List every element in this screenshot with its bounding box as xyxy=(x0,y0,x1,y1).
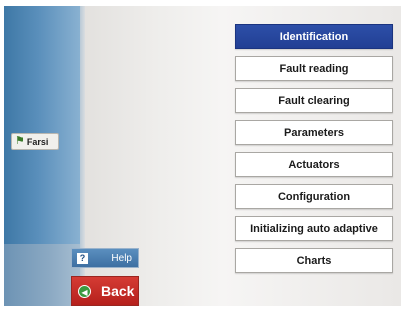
sidebar-lower-panel xyxy=(4,244,80,306)
back-arrow-icon: ◀ xyxy=(78,284,91,298)
diagnostic-screen: ⚑ Farsi Identification Fault reading Fau… xyxy=(4,6,401,306)
menu-item-initializing-auto-adaptive[interactable]: Initializing auto adaptive xyxy=(235,216,393,241)
menu-item-fault-reading[interactable]: Fault reading xyxy=(235,56,393,81)
farsi-flag-icon: ⚑ xyxy=(15,135,25,147)
menu-item-charts[interactable]: Charts xyxy=(235,248,393,273)
language-button-label: Farsi xyxy=(26,136,49,147)
menu-item-fault-clearing[interactable]: Fault clearing xyxy=(235,88,393,113)
help-button-label: Help xyxy=(111,252,132,264)
menu-item-actuators[interactable]: Actuators xyxy=(235,152,393,177)
menu-item-identification[interactable]: Identification xyxy=(235,24,393,49)
question-icon: ? xyxy=(77,252,88,264)
back-button-label: Back xyxy=(101,283,135,299)
help-button[interactable]: ? Help xyxy=(71,248,139,268)
menu-item-parameters[interactable]: Parameters xyxy=(235,120,393,145)
back-button[interactable]: ◀ Back xyxy=(71,276,139,306)
language-farsi-button[interactable]: ⚑ Farsi xyxy=(11,133,59,150)
menu-item-configuration[interactable]: Configuration xyxy=(235,184,393,209)
